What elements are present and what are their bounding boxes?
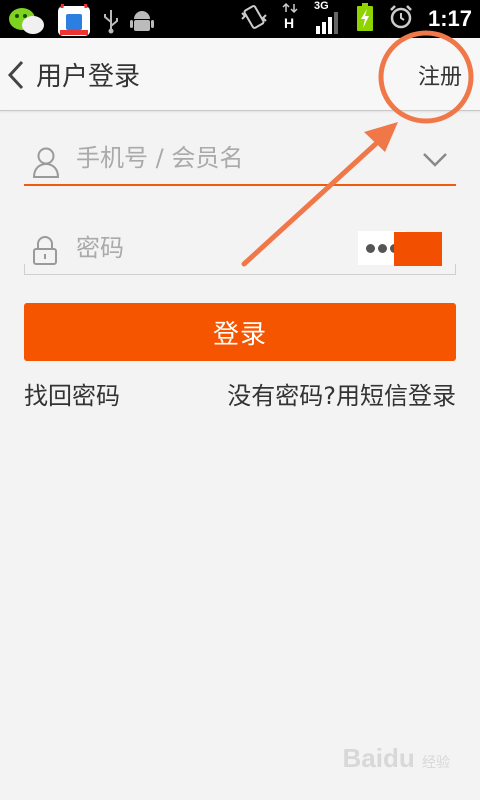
vibrate-icon — [240, 3, 268, 35]
watermark-subtext: 经验 — [422, 754, 450, 770]
username-input[interactable] — [76, 140, 376, 176]
register-link[interactable]: 注册 — [418, 59, 462, 91]
show-password-toggle[interactable] — [394, 232, 442, 266]
password-field[interactable] — [24, 224, 456, 275]
signal-icon: 3G — [314, 0, 342, 36]
lock-icon — [32, 236, 58, 270]
clock: 1:17 — [427, 6, 472, 31]
baidu-watermark: Baidu 经验 — [343, 743, 450, 774]
username-field[interactable] — [24, 134, 456, 186]
title-bar: 用户登录 注册 — [0, 38, 480, 111]
wechat-icon — [8, 5, 46, 41]
svg-text:H: H — [284, 15, 294, 31]
usb-icon — [102, 8, 120, 38]
data-activity-icon: H — [282, 2, 300, 36]
watermark-text: Baidu — [342, 743, 415, 773]
sms-login-link[interactable]: 没有密码?用短信登录 — [227, 376, 456, 411]
android-debug-icon — [130, 8, 154, 38]
page-title: 用户登录 — [36, 62, 141, 92]
alarm-icon — [388, 4, 414, 34]
chevron-down-icon[interactable] — [422, 152, 448, 172]
battery-charging-icon — [356, 2, 374, 36]
login-button[interactable]: 登录 — [24, 303, 456, 361]
system-icons: H 3G 1:17 — [240, 0, 472, 38]
shopping-app-icon — [56, 0, 92, 42]
forgot-password-link[interactable]: 找回密码 — [24, 376, 120, 411]
status-bar: H 3G 1:17 — [0, 0, 480, 38]
user-icon — [32, 146, 60, 182]
back-arrow-icon[interactable] — [6, 60, 26, 90]
notification-icons — [8, 0, 154, 42]
password-input[interactable] — [76, 230, 306, 266]
